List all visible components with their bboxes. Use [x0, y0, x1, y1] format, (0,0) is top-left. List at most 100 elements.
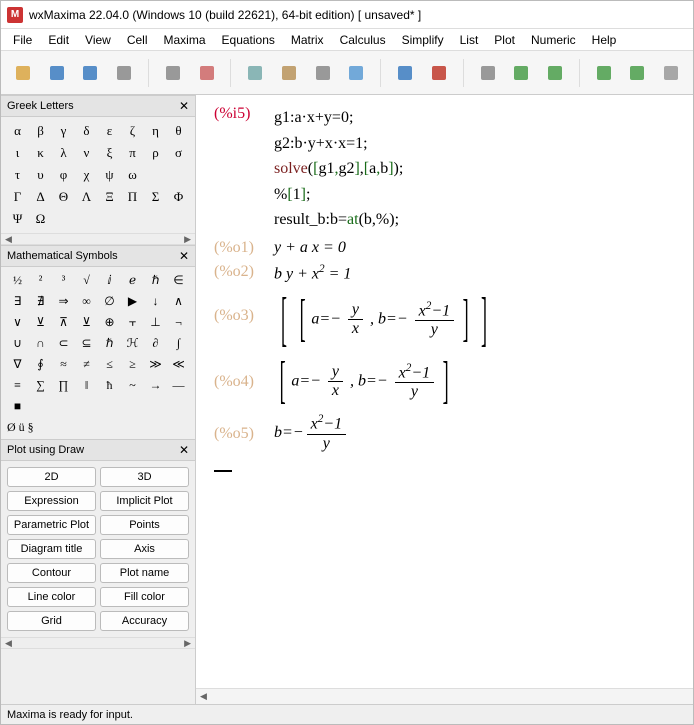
input-code[interactable]: g1:a·x+y=0;g2:b·y+x·x=1;solve([g1,g2],[a… — [274, 105, 403, 233]
symbol[interactable]: ∅ — [99, 292, 120, 311]
symbol[interactable]: ≤ — [99, 355, 120, 374]
greek-ζ[interactable]: ζ — [122, 121, 143, 141]
greek-α[interactable]: α — [7, 121, 28, 141]
menu-list[interactable]: List — [454, 31, 485, 49]
greek-θ[interactable]: θ — [168, 121, 189, 141]
chevron-right-icon[interactable]: ▶ — [184, 638, 191, 649]
menu-plot[interactable]: Plot — [488, 31, 521, 49]
symbol[interactable]: ∨ — [7, 313, 28, 332]
run-icon[interactable] — [391, 58, 419, 88]
plot-3d[interactable]: 3D — [100, 467, 189, 487]
symbol[interactable]: ∞ — [76, 292, 97, 311]
symbol[interactable]: → — [145, 376, 166, 395]
down-icon[interactable] — [590, 58, 618, 88]
cut-icon[interactable] — [193, 58, 221, 88]
symbol[interactable]: ℏ — [145, 271, 166, 290]
symbol[interactable]: ¬ — [168, 313, 189, 332]
up-icon[interactable] — [474, 58, 502, 88]
plot-fill-color[interactable]: Fill color — [100, 587, 189, 607]
symbol[interactable]: ≡ — [7, 376, 28, 395]
plot-line-color[interactable]: Line color — [7, 587, 96, 607]
plot-expression[interactable]: Expression — [7, 491, 96, 511]
symbol[interactable]: √ — [76, 271, 97, 290]
preferences-icon[interactable] — [159, 58, 187, 88]
symbol[interactable]: ³ — [53, 271, 74, 290]
symbol[interactable]: ∧ — [168, 292, 189, 311]
symbol[interactable]: ⊕ — [99, 313, 120, 332]
menu-equations[interactable]: Equations — [216, 31, 281, 49]
symbol[interactable]: ∏ — [53, 376, 74, 395]
symbol[interactable]: ² — [30, 271, 51, 290]
worksheet-hscroll[interactable]: ◀ — [196, 688, 693, 704]
greek-ι[interactable]: ι — [7, 143, 28, 163]
symbol[interactable]: ∂ — [145, 334, 166, 353]
greek-Δ[interactable]: Δ — [30, 187, 51, 207]
panel-scroll[interactable]: ◀ ▶ — [1, 233, 195, 245]
close-icon[interactable]: ✕ — [179, 99, 189, 113]
symbol[interactable]: ⊻ — [76, 313, 97, 332]
symbol[interactable]: ≫ — [145, 355, 166, 374]
greek-κ[interactable]: κ — [30, 143, 51, 163]
menu-edit[interactable]: Edit — [42, 31, 75, 49]
symbol[interactable]: ⊂ — [53, 334, 74, 353]
print-icon[interactable] — [110, 58, 138, 88]
greek-χ[interactable]: χ — [76, 165, 97, 185]
select-icon[interactable] — [343, 58, 371, 88]
symbol[interactable]: ∄ — [30, 292, 51, 311]
symbol[interactable]: ħ — [99, 376, 120, 395]
symbol[interactable]: ▶ — [122, 292, 143, 311]
new-file-icon[interactable] — [9, 58, 37, 88]
greek-Λ[interactable]: Λ — [76, 187, 97, 207]
prev-icon[interactable] — [507, 58, 535, 88]
greek-ε[interactable]: ε — [99, 121, 120, 141]
stop-icon[interactable] — [425, 58, 453, 88]
save-file-icon[interactable] — [77, 58, 105, 88]
worksheet[interactable]: (%i5) g1:a·x+y=0;g2:b·y+x·x=1;solve([g1,… — [196, 95, 693, 704]
plot-contour[interactable]: Contour — [7, 563, 96, 583]
symbol[interactable]: ∩ — [30, 334, 51, 353]
greek-ω[interactable]: ω — [122, 165, 143, 185]
plot-2d[interactable]: 2D — [7, 467, 96, 487]
greek-ν[interactable]: ν — [76, 143, 97, 163]
symbol[interactable]: ℏ — [99, 334, 120, 353]
plot-axis[interactable]: Axis — [100, 539, 189, 559]
plot-implicit-plot[interactable]: Implicit Plot — [100, 491, 189, 511]
open-file-icon[interactable] — [43, 58, 71, 88]
plot-parametric-plot[interactable]: Parametric Plot — [7, 515, 96, 535]
symbol[interactable]: ∈ — [168, 271, 189, 290]
plot-plot-name[interactable]: Plot name — [100, 563, 189, 583]
greek-λ[interactable]: λ — [53, 143, 74, 163]
greek-η[interactable]: η — [145, 121, 166, 141]
symbol[interactable]: ■ — [7, 397, 28, 416]
greek-Φ[interactable]: Φ — [168, 187, 189, 207]
last-icon[interactable] — [624, 58, 652, 88]
menu-matrix[interactable]: Matrix — [285, 31, 330, 49]
menu-file[interactable]: File — [7, 31, 38, 49]
greek-ρ[interactable]: ρ — [145, 143, 166, 163]
menu-numeric[interactable]: Numeric — [525, 31, 582, 49]
greek-δ[interactable]: δ — [76, 121, 97, 141]
greek-π[interactable]: π — [122, 143, 143, 163]
chevron-left-icon[interactable]: ◀ — [5, 638, 12, 649]
symbol[interactable]: ⫟ — [122, 313, 143, 332]
symbol[interactable]: ~ — [122, 376, 143, 395]
greek-β[interactable]: β — [30, 121, 51, 141]
menu-help[interactable]: Help — [586, 31, 623, 49]
symbol[interactable]: ∮ — [30, 355, 51, 374]
symbol[interactable]: ∪ — [7, 334, 28, 353]
symbol[interactable]: ≥ — [122, 355, 143, 374]
chevron-right-icon[interactable]: ▶ — [184, 234, 191, 245]
greek-ψ[interactable]: ψ — [99, 165, 120, 185]
menu-cell[interactable]: Cell — [121, 31, 154, 49]
greek-γ[interactable]: γ — [53, 121, 74, 141]
symbol[interactable]: ∇ — [7, 355, 28, 374]
close-icon[interactable]: ✕ — [179, 249, 189, 263]
menu-simplify[interactable]: Simplify — [396, 31, 450, 49]
symbol[interactable]: ↓ — [145, 292, 166, 311]
greek-Σ[interactable]: Σ — [145, 187, 166, 207]
next-icon[interactable] — [541, 58, 569, 88]
panel-scroll[interactable]: ◀ ▶ — [1, 637, 195, 649]
symbol[interactable]: ⊼ — [53, 313, 74, 332]
chevron-left-icon[interactable]: ◀ — [5, 234, 12, 245]
paste-icon[interactable] — [275, 58, 303, 88]
